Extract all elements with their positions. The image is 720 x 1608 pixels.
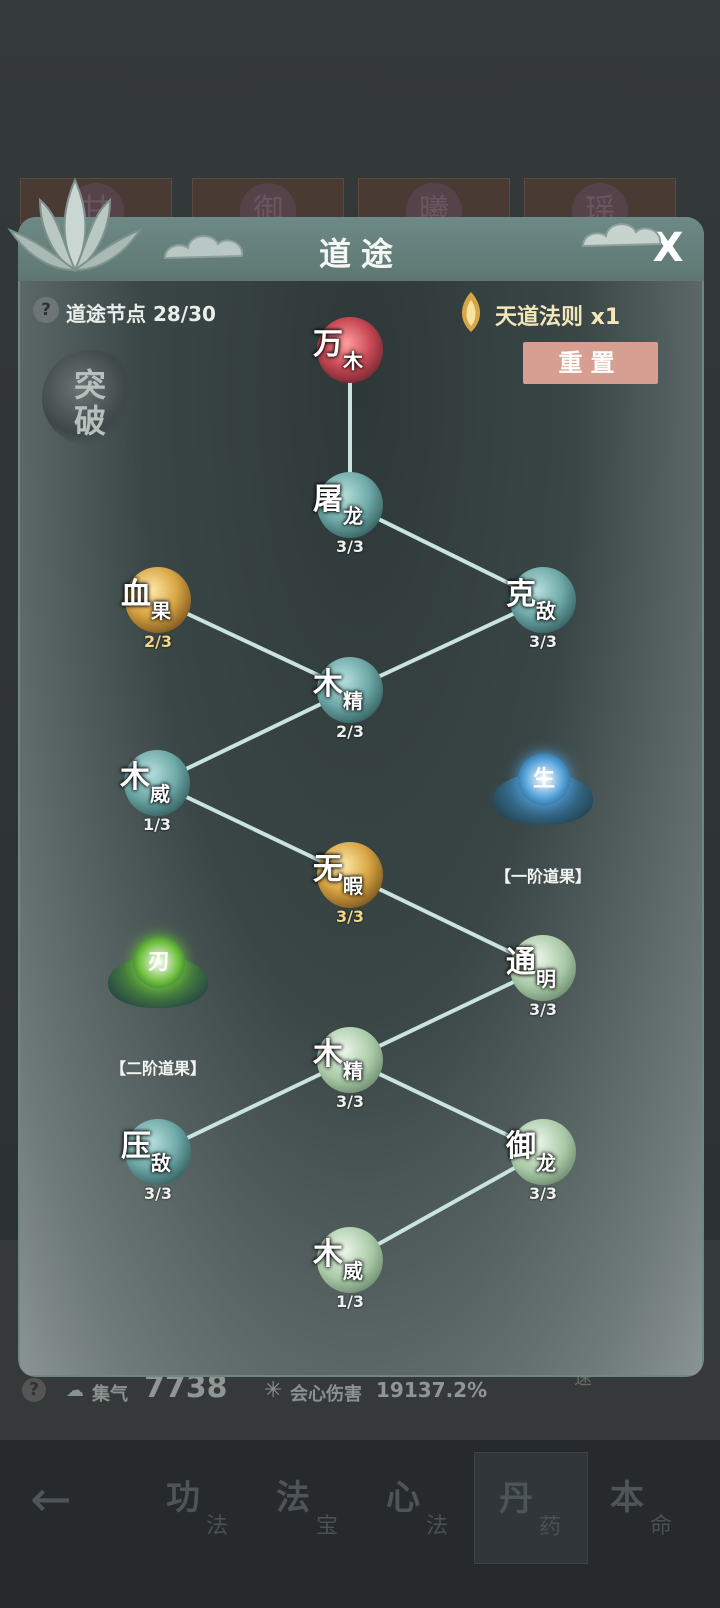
skill-node-char: 屠 xyxy=(313,482,343,517)
dao-fruit-label: 【二阶道果】 xyxy=(109,1059,206,1078)
skill-node-char: 木 xyxy=(120,760,150,795)
fruit-core-icon: 刃 xyxy=(133,936,185,988)
skill-node-char: 木 xyxy=(313,1237,343,1272)
skill-node-level: 3/3 xyxy=(335,907,365,926)
skill-node-char: 威 xyxy=(150,782,170,806)
skill-node-char: 精 xyxy=(343,689,363,713)
skill-node-level: 3/3 xyxy=(143,1184,173,1203)
skill-node-char: 龙 xyxy=(343,504,363,528)
skill-node-mujing1[interactable]: 木精 xyxy=(313,655,385,725)
skill-node-level: 2/3 xyxy=(143,632,173,651)
skill-node-char: 御 xyxy=(506,1129,536,1164)
skill-node-tulong[interactable]: 屠龙 xyxy=(313,470,385,540)
skill-node-level: 1/3 xyxy=(142,815,172,834)
skill-node-char: 克 xyxy=(506,577,536,612)
skill-node-wuxia[interactable]: 无暇 xyxy=(313,840,385,910)
skill-node-char: 木 xyxy=(313,667,343,702)
skill-node-char: 明 xyxy=(536,967,556,991)
skill-node-yadi[interactable]: 压敌 xyxy=(121,1117,193,1187)
skill-node-char: 无 xyxy=(313,852,343,887)
skill-node-char: 龙 xyxy=(536,1151,556,1175)
skill-node-xueguo[interactable]: 血果 xyxy=(121,565,193,635)
skill-node-level: 3/3 xyxy=(528,1000,558,1019)
skill-node-char: 通 xyxy=(506,945,536,980)
skill-node-kedi[interactable]: 克敌 xyxy=(506,565,578,635)
skill-node-level: 3/3 xyxy=(528,632,558,651)
skill-node-muwei2[interactable]: 木威 xyxy=(313,1225,385,1295)
skill-node-char: 敌 xyxy=(536,599,556,623)
skill-node-yulong[interactable]: 御龙 xyxy=(506,1117,578,1187)
skill-node-char: 血 xyxy=(121,577,151,612)
dao-fruit-tier1[interactable]: 生 xyxy=(488,745,598,835)
dao-fruit-label: 【一阶道果】 xyxy=(494,867,591,886)
skill-node-char: 果 xyxy=(151,599,171,623)
skill-node-char: 暇 xyxy=(343,874,363,898)
skill-tree-lines xyxy=(156,350,544,1262)
dao-fruit-tier2[interactable]: 刃 xyxy=(103,928,213,1018)
skill-node-muwei1[interactable]: 木威 xyxy=(120,748,192,818)
skill-node-char: 精 xyxy=(343,1059,363,1083)
skill-node-char: 敌 xyxy=(151,1151,171,1175)
skill-node-mujing2[interactable]: 木精 xyxy=(313,1025,385,1095)
skill-node-level: 3/3 xyxy=(528,1184,558,1203)
skill-node-wanmu[interactable]: 万木 xyxy=(313,315,385,385)
skill-node-level: 2/3 xyxy=(335,722,365,741)
skill-node-char: 万 xyxy=(313,327,343,362)
skill-node-char: 压 xyxy=(121,1129,151,1164)
fruit-core-icon: 生 xyxy=(518,753,570,805)
skill-node-char: 木 xyxy=(343,349,363,373)
skill-node-char: 木 xyxy=(313,1037,343,1072)
skill-node-level: 1/3 xyxy=(335,1292,365,1311)
skill-node-level: 3/3 xyxy=(335,1092,365,1111)
skill-node-char: 威 xyxy=(343,1259,363,1283)
skill-node-tongming[interactable]: 通明 xyxy=(506,933,578,1003)
skill-node-level: 3/3 xyxy=(335,537,365,556)
